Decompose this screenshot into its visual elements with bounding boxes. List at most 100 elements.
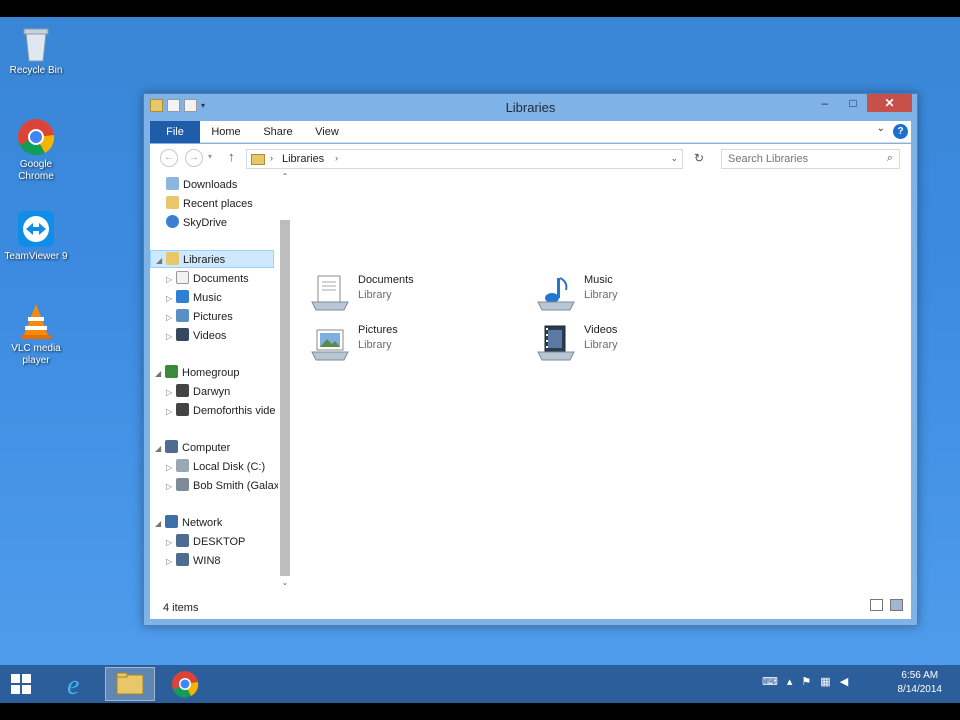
nav-label: Demoforthis vide	[193, 405, 276, 417]
back-button[interactable]: ←	[160, 149, 178, 167]
item-name: Documents	[358, 274, 414, 286]
nav-label: Bob Smith (Galax	[193, 480, 280, 492]
nav-scrollbar[interactable]: ⌃ ⌄	[278, 172, 291, 593]
downloads-icon	[166, 177, 179, 190]
nav-label: Computer	[182, 442, 231, 454]
desktop-icon-vlc[interactable]: VLC media player	[3, 301, 69, 367]
documents-library-icon	[310, 274, 350, 312]
touch-keyboard-icon[interactable]: ⌨	[762, 675, 778, 688]
scroll-up-icon[interactable]: ⌃	[280, 172, 290, 181]
scroll-thumb[interactable]	[280, 220, 290, 576]
address-dropdown-icon[interactable]: ⌄	[670, 153, 678, 164]
nav-item-local-disk[interactable]: ▷ Local Disk (C:)	[166, 458, 265, 476]
search-input[interactable]	[722, 150, 872, 168]
computer-icon	[176, 534, 189, 547]
nav-label: Homegroup	[182, 367, 240, 379]
nav-item-pictures[interactable]: ▷ Pictures	[166, 308, 233, 326]
show-hidden-icons-icon[interactable]: ▴	[787, 675, 793, 688]
internet-explorer-icon: e	[67, 670, 79, 701]
nav-label: SkyDrive	[183, 217, 228, 229]
nav-item-music[interactable]: ▷ Music	[166, 289, 222, 307]
network-icon	[165, 515, 178, 528]
address-bar[interactable]: › Libraries › ⌄	[246, 149, 683, 169]
up-arrow-icon[interactable]: ↑	[228, 149, 235, 164]
system-tray: ⌨ ▴ ⚑ ▦ ◀	[762, 675, 848, 688]
large-icons-view-icon[interactable]	[890, 599, 903, 611]
chrome-icon	[172, 671, 199, 698]
documents-icon	[176, 271, 189, 284]
content-area: Downloads Recent places SkyDrive ◢ Librar…	[150, 172, 911, 593]
volume-icon[interactable]: ◀	[840, 675, 848, 688]
homegroup-icon	[165, 365, 178, 378]
libraries-folder-icon	[251, 154, 265, 165]
nav-label: Recent places	[183, 198, 253, 210]
nav-item-network[interactable]: ◢ Network	[155, 514, 222, 532]
breadcrumb-arrow-icon[interactable]: ›	[270, 153, 273, 163]
nav-item-recent-places[interactable]: Recent places	[156, 195, 253, 213]
explorer-window: ▾ Libraries – □ ✕ File Home Share View ⌄…	[143, 93, 918, 626]
windows-logo-icon	[11, 674, 31, 694]
start-button[interactable]	[0, 667, 50, 701]
clock-date: 8/14/2014	[897, 684, 943, 695]
address-row: ← → ▾ ↑ › Libraries › ⌄ ↻ ⌕	[150, 144, 911, 172]
taskbar-internet-explorer[interactable]: e	[52, 667, 102, 701]
refresh-icon[interactable]: ↻	[694, 151, 704, 165]
nav-item-demoforthis[interactable]: ▷ Demoforthis vide	[166, 402, 276, 420]
item-name: Videos	[584, 324, 618, 336]
breadcrumb-chevron-icon[interactable]: ›	[335, 153, 338, 163]
nav-item-desktop[interactable]: ▷ DESKTOP	[166, 533, 245, 551]
search-box: ⌕	[721, 149, 900, 169]
nav-item-homegroup[interactable]: ◢ Homegroup	[155, 364, 239, 382]
scroll-down-icon[interactable]: ⌄	[280, 578, 290, 587]
nav-label: Local Disk (C:)	[193, 461, 266, 473]
nav-item-darwyn[interactable]: ▷ Darwyn	[166, 383, 230, 401]
action-center-icon[interactable]: ⚑	[801, 675, 811, 688]
maximize-button[interactable]: □	[839, 94, 867, 112]
nav-item-downloads[interactable]: Downloads	[156, 176, 237, 194]
details-view-icon[interactable]	[870, 599, 883, 611]
nav-label: Pictures	[193, 311, 233, 323]
nav-item-videos[interactable]: ▷ Videos	[166, 327, 226, 345]
desktop-icon-teamviewer[interactable]: TeamViewer 9	[3, 209, 69, 263]
nav-item-documents[interactable]: ▷ Documents	[166, 270, 249, 288]
user-icon	[176, 384, 189, 397]
network-status-icon[interactable]: ▦	[820, 675, 830, 688]
nav-item-skydrive[interactable]: SkyDrive	[156, 214, 227, 232]
music-icon	[176, 290, 189, 303]
recent-places-icon	[166, 196, 179, 209]
search-icon[interactable]: ⌕	[887, 152, 893, 165]
breadcrumb-libraries[interactable]: Libraries	[282, 153, 324, 165]
status-bar: 4 items	[150, 593, 911, 619]
minimize-button[interactable]: –	[811, 94, 839, 112]
nav-item-libraries[interactable]: ◢ Libraries	[150, 250, 274, 268]
nav-item-win8[interactable]: ▷ WIN8	[166, 552, 221, 570]
expand-ribbon-icon[interactable]: ⌄	[877, 123, 885, 134]
title-bar[interactable]: ▾ Libraries – □ ✕	[144, 94, 917, 120]
music-library-icon	[536, 274, 576, 312]
desktop-icon-recycle-bin[interactable]: Recycle Bin	[3, 23, 69, 77]
nav-label: Network	[182, 517, 223, 529]
taskbar-file-explorer[interactable]	[105, 667, 155, 701]
tab-share[interactable]: Share	[258, 121, 298, 143]
tab-view[interactable]: View	[310, 121, 344, 143]
computer-icon	[165, 440, 178, 453]
desktop-icon-chrome[interactable]: Google Chrome	[3, 117, 69, 183]
clock[interactable]: 6:56 AM 8/14/2014	[898, 669, 943, 697]
tab-file[interactable]: File	[150, 121, 200, 143]
nav-item-computer[interactable]: ◢ Computer	[155, 439, 230, 457]
help-icon[interactable]: ?	[893, 124, 908, 139]
recent-locations-icon[interactable]: ▾	[208, 152, 212, 161]
forward-button[interactable]: →	[185, 149, 203, 167]
item-type: Library	[358, 289, 392, 301]
nav-label: Music	[193, 292, 222, 304]
nav-item-bob-smith[interactable]: ▷ Bob Smith (Galax	[166, 477, 279, 495]
pictures-library-icon	[310, 324, 350, 362]
pictures-icon	[176, 309, 189, 322]
bottom-border	[0, 703, 960, 720]
videos-library-icon	[536, 324, 576, 362]
disk-icon	[176, 459, 189, 472]
tab-home[interactable]: Home	[206, 121, 246, 143]
close-button[interactable]: ✕	[867, 94, 912, 112]
taskbar-chrome[interactable]	[160, 667, 210, 701]
item-name: Music	[584, 274, 613, 286]
